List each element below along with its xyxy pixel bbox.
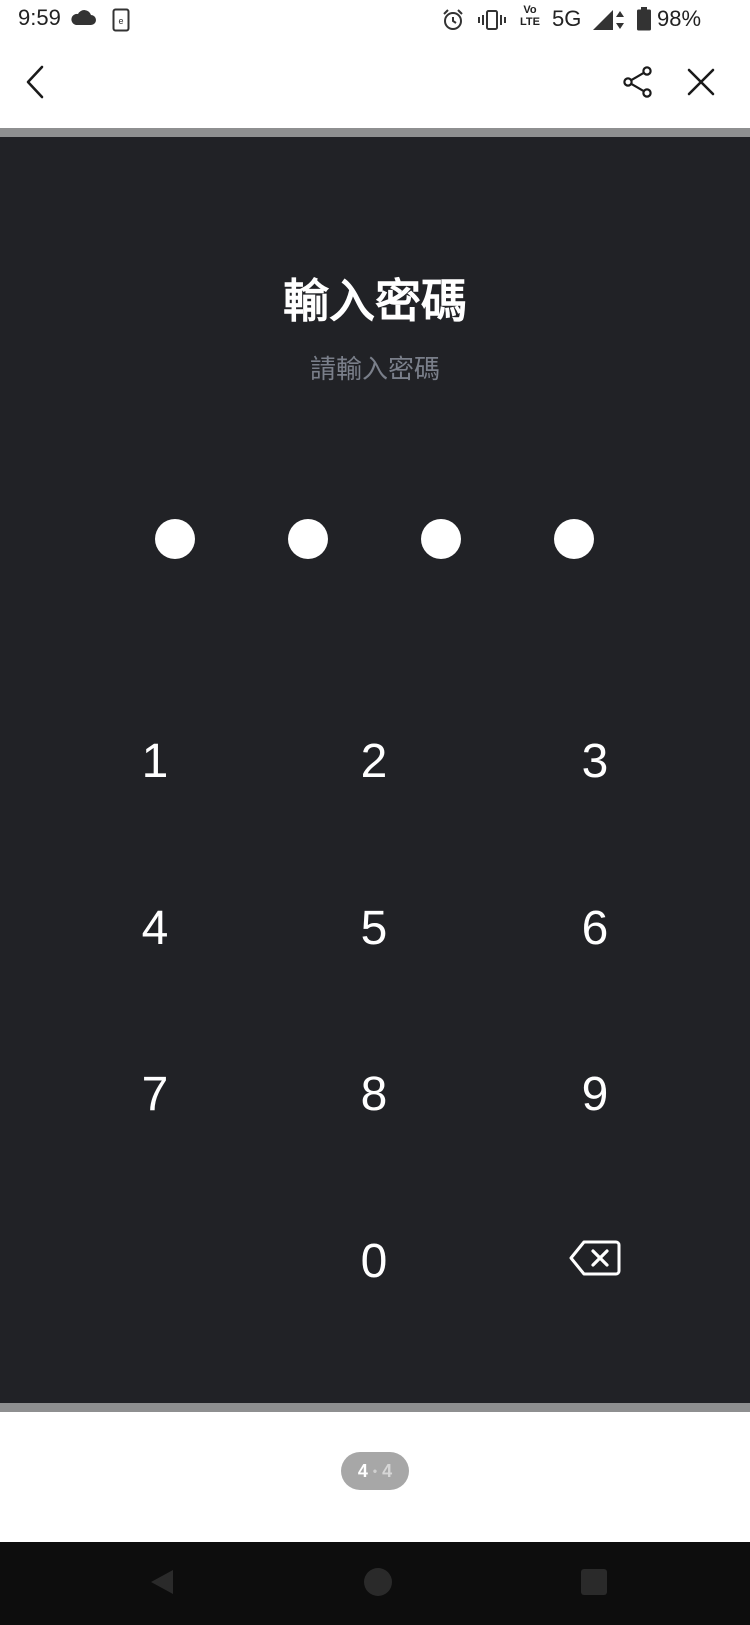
key-6[interactable]: 6: [495, 868, 695, 988]
nav-recents-button[interactable]: [574, 1564, 614, 1604]
alarm-icon: [441, 8, 465, 36]
app-bar: [0, 40, 750, 128]
volte-top-label: Vo: [523, 4, 537, 16]
back-arrow-icon: [24, 64, 48, 104]
battery-icon: [637, 7, 651, 35]
back-button[interactable]: [8, 56, 64, 112]
close-button[interactable]: [673, 56, 729, 112]
nav-back-icon: [147, 1567, 177, 1601]
backspace-icon: [569, 1234, 621, 1289]
passcode-dot-4: [554, 519, 594, 559]
app-notification-icon: e: [112, 8, 130, 36]
vibrate-icon: [478, 8, 506, 36]
footer: 4 • 4: [0, 1412, 750, 1542]
page-current: 4: [357, 1460, 368, 1481]
key-5[interactable]: 5: [274, 868, 474, 988]
volte-icon: Vo LTE: [516, 4, 544, 28]
nav-back-button[interactable]: [142, 1564, 182, 1604]
nav-home-icon: [362, 1566, 394, 1602]
nav-home-button[interactable]: [358, 1564, 398, 1604]
signal-icon: [591, 8, 627, 36]
bottom-divider: [0, 1403, 750, 1412]
passcode-dot-3: [421, 519, 461, 559]
status-bar: 9:59 e Vo LTE 5G 98%: [0, 0, 750, 40]
page-total: 4: [382, 1460, 393, 1481]
key-4[interactable]: 4: [55, 868, 255, 988]
passcode-screen: 輸入密碼 請輸入密碼 1 2 3 4 5 6 7 8 9 0: [0, 137, 750, 1403]
key-8[interactable]: 8: [274, 1034, 474, 1154]
cloud-icon: [70, 10, 96, 30]
key-3[interactable]: 3: [495, 701, 695, 821]
key-9[interactable]: 9: [495, 1034, 695, 1154]
share-icon: [623, 66, 653, 102]
page-separator: •: [372, 1464, 378, 1478]
delete-button[interactable]: [495, 1201, 695, 1321]
key-7[interactable]: 7: [55, 1034, 255, 1154]
page-indicator: 4 • 4: [341, 1452, 409, 1490]
volte-bottom-label: LTE: [520, 16, 540, 28]
key-0[interactable]: 0: [274, 1201, 474, 1321]
page-title: 輸入密碼: [283, 274, 467, 328]
share-button[interactable]: [610, 56, 666, 112]
key-2[interactable]: 2: [274, 701, 474, 821]
page-subtitle: 請輸入密碼: [309, 355, 440, 385]
svg-text:e: e: [118, 16, 123, 26]
key-1[interactable]: 1: [55, 701, 255, 821]
nav-recents-icon: [580, 1568, 608, 1600]
close-icon: [686, 67, 716, 101]
top-divider: [0, 128, 750, 137]
network-type: 5G: [552, 6, 582, 31]
passcode-dot-2: [288, 519, 328, 559]
system-nav-bar: [0, 1542, 750, 1625]
battery-percent: 98%: [657, 6, 702, 31]
status-time: 9:59: [18, 5, 61, 30]
passcode-dot-1: [155, 519, 195, 559]
